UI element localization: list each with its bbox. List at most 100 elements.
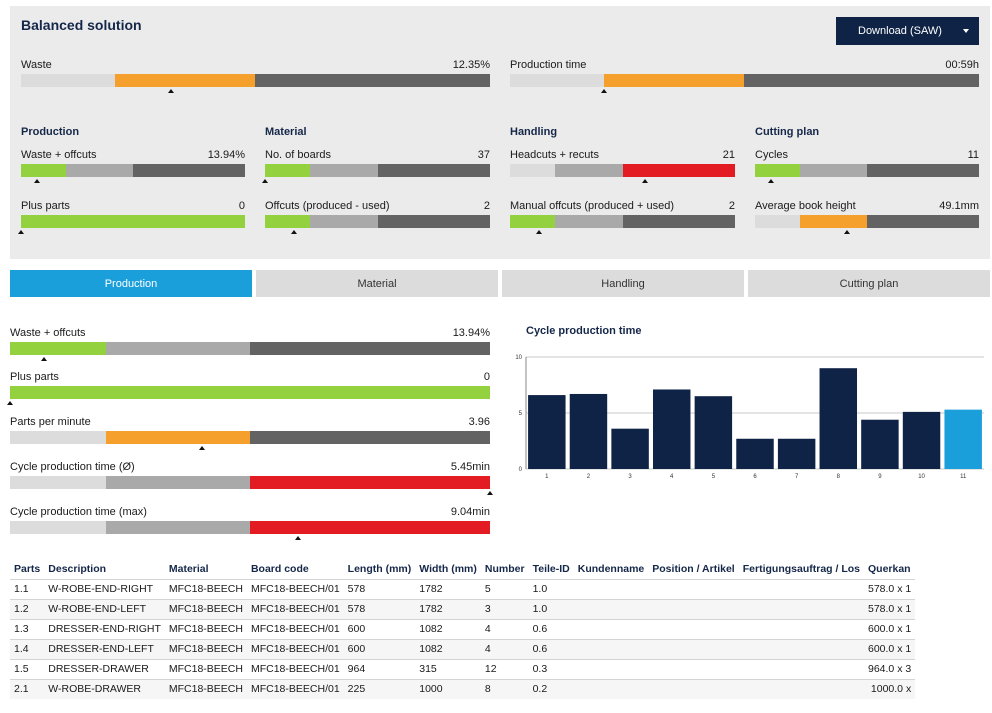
x-tick-label: 10 — [918, 474, 925, 480]
column-header[interactable]: Width (mm) — [415, 559, 481, 579]
table-cell: MFC18-BEECH/01 — [246, 658, 344, 679]
table-cell: 0.6 — [528, 618, 574, 639]
column-header[interactable]: Querkan — [864, 559, 915, 579]
table-cell: DRESSER-END-LEFT — [44, 638, 165, 659]
column-header[interactable]: Fertigungsauftrag / Los — [739, 559, 864, 579]
column-header[interactable]: Board code — [247, 559, 344, 579]
manual-offcuts-bar — [510, 215, 735, 228]
table-row[interactable]: 1.5 DRESSER-DRAWER MFC18-BEECH MFC18-BEECH/… — [10, 658, 916, 679]
table-cell: 3 — [480, 598, 529, 619]
column-header[interactable]: Teile-ID — [529, 559, 574, 579]
chart-bar[interactable] — [528, 395, 566, 469]
detail-parts-per-minute-value: 3.96 — [468, 416, 490, 428]
chart-bar[interactable] — [652, 389, 691, 469]
table-cell — [738, 638, 864, 659]
chart-bar[interactable] — [861, 419, 899, 469]
column-header[interactable]: Material — [165, 559, 247, 579]
chart-title: Cycle production time — [526, 325, 642, 337]
waste-label: Waste — [21, 59, 52, 71]
table-cell: 1000 — [415, 678, 481, 699]
book-height-metric: Average book height 49.1mm — [755, 200, 979, 240]
y-tick-label: 5 — [519, 411, 523, 417]
plus-parts-label: Plus parts — [21, 200, 70, 212]
table-cell: W-ROBE-END-RIGHT — [44, 578, 165, 599]
headcuts-metric: Headcuts + recuts 21 — [510, 149, 735, 189]
table-cell: MFC18-BEECH/01 — [246, 578, 344, 599]
table-cell: MFC18-BEECH/01 — [246, 638, 344, 659]
tab-cutting-plan[interactable]: Cutting plan — [748, 270, 990, 297]
column-header[interactable]: Position / Artikel — [648, 559, 738, 579]
tab-production[interactable]: Production — [10, 270, 252, 297]
download-button[interactable]: Download (SAW) — [836, 17, 979, 45]
headcuts-pointer — [642, 179, 648, 183]
table-row[interactable]: 1.3 DRESSER-END-RIGHT MFC18-BEECH MFC18-BEE… — [10, 618, 916, 639]
cutting-plan-heading: Cutting plan — [755, 126, 820, 138]
x-tick-label: 11 — [960, 474, 967, 480]
chart-bar[interactable] — [819, 368, 858, 469]
table-cell: 0.2 — [528, 678, 574, 699]
chart-bar[interactable] — [777, 438, 816, 469]
table-cell: 578 — [343, 598, 416, 619]
chart-bar[interactable] — [694, 396, 733, 469]
column-header[interactable]: Number — [481, 559, 529, 579]
chart-bar[interactable] — [902, 411, 941, 469]
column-header[interactable]: Kundenname — [574, 559, 649, 579]
table-row[interactable]: 1.2 W-ROBE-END-LEFT MFC18-BEECH MFC18-BEECH… — [10, 598, 916, 619]
production-heading: Production — [21, 126, 80, 138]
table-cell: 12 — [480, 658, 529, 679]
detail-cycle-time-avg-label: Cycle production time (Ø) — [10, 461, 135, 473]
detail-waste-offcuts-value: 13.94% — [452, 327, 490, 339]
boards-pointer — [262, 179, 268, 183]
table-cell: 0.3 — [528, 658, 574, 679]
table-cell: 0.6 — [528, 638, 574, 659]
column-header[interactable]: Length (mm) — [344, 559, 416, 579]
waste-offcuts-bar — [21, 164, 245, 177]
manual-offcuts-label: Manual offcuts (produced + used) — [510, 200, 674, 212]
production-time-metric: Production time 00:59h — [510, 59, 979, 99]
table-cell: 964 — [343, 658, 416, 679]
tab-handling[interactable]: Handling — [502, 270, 744, 297]
detail-waste-offcuts-bar — [10, 342, 490, 355]
table-row[interactable]: 2.1 W-ROBE-DRAWER MFC18-BEECH MFC18-BEECH/0… — [10, 678, 916, 699]
table-cell: 1082 — [415, 638, 481, 659]
table-header-row: Parts Description Material Board code Length… — [10, 559, 915, 579]
download-label: Download (SAW) — [858, 25, 942, 37]
detail-cycle-time-max-label: Cycle production time (max) — [10, 506, 147, 518]
table-body: 1.1 W-ROBE-END-RIGHT MFC18-BEECH MFC18-BEEC… — [10, 578, 916, 699]
table-cell: MFC18-BEECH — [164, 638, 247, 659]
table-row[interactable]: 1.1 W-ROBE-END-RIGHT MFC18-BEECH MFC18-BEEC… — [10, 578, 916, 599]
chart-bar[interactable] — [611, 428, 649, 469]
table-cell: 600 — [343, 638, 416, 659]
x-tick-label: 2 — [587, 474, 591, 480]
table-cell: MFC18-BEECH — [164, 658, 247, 679]
table-cell: 1.2 — [10, 598, 45, 619]
tab-material[interactable]: Material — [256, 270, 498, 297]
chart-bar[interactable] — [944, 409, 982, 469]
table-cell: 578.0 x 1 — [864, 598, 916, 619]
table-cell — [648, 678, 739, 699]
table-cell — [573, 658, 649, 679]
handling-heading: Handling — [510, 126, 558, 138]
table-cell: W-ROBE-END-LEFT — [44, 598, 165, 619]
table-cell: 4 — [480, 638, 529, 659]
table-row[interactable]: 1.4 DRESSER-END-LEFT MFC18-BEECH MFC18-BEEC… — [10, 638, 916, 659]
waste-bar — [21, 74, 490, 87]
column-header[interactable]: Description — [44, 559, 165, 579]
x-tick-label: 8 — [837, 474, 841, 480]
detail-cycle-time-max-bar — [10, 521, 490, 534]
waste-offcuts-pointer — [33, 179, 40, 183]
column-header[interactable]: Parts — [10, 559, 44, 579]
table-cell: 4 — [480, 618, 529, 639]
book-height-label: Average book height — [755, 200, 856, 212]
chart-bar[interactable] — [736, 438, 774, 469]
table-cell: 1.3 — [10, 618, 45, 639]
waste-offcuts-value: 13.94% — [207, 149, 245, 161]
production-time-pointer — [600, 89, 607, 93]
boards-metric: No. of boards 37 — [262, 149, 490, 189]
waste-offcuts-metric: Waste + offcuts 13.94% — [21, 149, 245, 189]
boards-value: 37 — [477, 149, 490, 161]
table-cell — [738, 618, 864, 639]
waste-offcuts-label: Waste + offcuts — [21, 149, 97, 161]
table-cell: 1082 — [415, 618, 481, 639]
chart-bar[interactable] — [569, 393, 608, 469]
